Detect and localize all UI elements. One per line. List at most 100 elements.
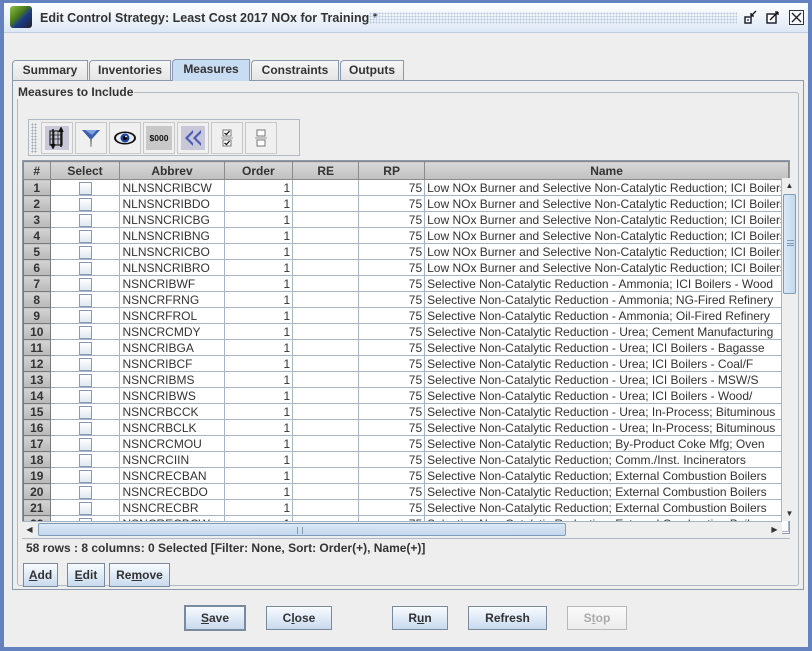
- rp-cell[interactable]: 75: [358, 403, 426, 420]
- select-checkbox[interactable]: [78, 469, 92, 483]
- add-button[interactable]: Add: [23, 563, 58, 587]
- rp-cell[interactable]: 75: [358, 435, 426, 452]
- name-cell[interactable]: Selective Non-Catalytic Reduction - Urea…: [424, 339, 789, 356]
- order-cell[interactable]: 1: [223, 259, 294, 276]
- rp-cell[interactable]: 75: [358, 387, 426, 404]
- tab-measures[interactable]: Measures: [172, 59, 250, 81]
- re-cell[interactable]: [292, 483, 360, 500]
- select-all-button[interactable]: [211, 122, 243, 154]
- rp-cell[interactable]: 75: [358, 227, 426, 244]
- order-cell[interactable]: 1: [223, 339, 294, 356]
- abbrev-cell[interactable]: NSNCRBCCK: [119, 403, 225, 420]
- select-checkbox[interactable]: [78, 245, 92, 259]
- order-cell[interactable]: 1: [223, 275, 294, 292]
- order-cell[interactable]: 1: [223, 195, 294, 212]
- abbrev-cell[interactable]: NLNSNCRIBNG: [119, 227, 225, 244]
- select-checkbox[interactable]: [78, 373, 92, 387]
- rp-cell[interactable]: 75: [358, 451, 426, 468]
- re-cell[interactable]: [292, 243, 360, 260]
- order-cell[interactable]: 1: [223, 307, 294, 324]
- select-checkbox[interactable]: [78, 309, 92, 323]
- rp-cell[interactable]: 75: [358, 419, 426, 436]
- select-checkbox[interactable]: [78, 213, 92, 227]
- select-checkbox[interactable]: [78, 501, 92, 515]
- rp-cell[interactable]: 75: [358, 339, 426, 356]
- column-header-rp[interactable]: RP: [358, 161, 426, 180]
- rp-cell[interactable]: 75: [358, 243, 426, 260]
- table-row[interactable]: 1 NLNSNCRIBCW 1 75 Low NOx Burner and Select…: [23, 179, 789, 196]
- re-cell[interactable]: [292, 323, 360, 340]
- rp-cell[interactable]: 75: [358, 307, 426, 324]
- order-cell[interactable]: 1: [223, 387, 294, 404]
- select-checkbox[interactable]: [78, 421, 92, 435]
- abbrev-cell[interactable]: NSNCRCMOU: [119, 435, 225, 452]
- abbrev-cell[interactable]: NSNCRFROL: [119, 307, 225, 324]
- table-row[interactable]: 18 NSNCRCIIN 1 75 Selective Non-Catalytic Re…: [23, 451, 789, 468]
- order-cell[interactable]: 1: [223, 211, 294, 228]
- abbrev-cell[interactable]: NSNCRECBDO: [119, 483, 225, 500]
- select-checkbox[interactable]: [78, 229, 92, 243]
- table-row[interactable]: 20 NSNCRECBDO 1 75 Selective Non-Catalytic R…: [23, 483, 789, 500]
- horizontal-scrollbar[interactable]: ◀ ▶: [22, 521, 782, 537]
- name-cell[interactable]: Selective Non-Catalytic Reduction - Ammo…: [424, 307, 789, 324]
- table-row[interactable]: 17 NSNCRCMOU 1 75 Selective Non-Catalytic Re…: [23, 435, 789, 452]
- name-cell[interactable]: Selective Non-Catalytic Reduction - Urea…: [424, 355, 789, 372]
- name-cell[interactable]: Selective Non-Catalytic Reduction - Ammo…: [424, 291, 789, 308]
- clear-selection-button[interactable]: [245, 122, 277, 154]
- re-cell[interactable]: [292, 467, 360, 484]
- table-row[interactable]: 10 NSNCRCMDY 1 75 Selective Non-Catalytic Re…: [23, 323, 789, 340]
- show-columns-button[interactable]: [109, 122, 141, 154]
- abbrev-cell[interactable]: NSNCRIBWF: [119, 275, 225, 292]
- column-header-number[interactable]: #: [23, 161, 51, 180]
- select-checkbox[interactable]: [78, 357, 92, 371]
- select-checkbox[interactable]: [78, 293, 92, 307]
- re-cell[interactable]: [292, 387, 360, 404]
- name-cell[interactable]: Low NOx Burner and Selective Non-Catalyt…: [424, 243, 789, 260]
- re-cell[interactable]: [292, 355, 360, 372]
- name-cell[interactable]: Low NOx Burner and Selective Non-Catalyt…: [424, 195, 789, 212]
- name-cell[interactable]: Selective Non-Catalytic Reduction - Urea…: [424, 419, 789, 436]
- order-cell[interactable]: 1: [223, 179, 294, 196]
- sort-button[interactable]: [41, 122, 73, 154]
- re-cell[interactable]: [292, 451, 360, 468]
- select-checkbox[interactable]: [78, 277, 92, 291]
- column-header-order[interactable]: Order: [223, 161, 294, 180]
- scroll-left-icon[interactable]: ◀: [22, 522, 37, 537]
- abbrev-cell[interactable]: NLNSNCRIBDO: [119, 195, 225, 212]
- select-checkbox[interactable]: [78, 485, 92, 499]
- maximize-icon[interactable]: [766, 10, 780, 24]
- scroll-up-icon[interactable]: ▲: [782, 178, 797, 193]
- name-cell[interactable]: Selective Non-Catalytic Reduction; Exter…: [424, 499, 789, 516]
- name-cell[interactable]: Selective Non-Catalytic Reduction - Ammo…: [424, 275, 789, 292]
- name-cell[interactable]: Low NOx Burner and Selective Non-Catalyt…: [424, 211, 789, 228]
- abbrev-cell[interactable]: NSNCRIBWS: [119, 387, 225, 404]
- re-cell[interactable]: [292, 275, 360, 292]
- re-cell[interactable]: [292, 195, 360, 212]
- reset-button[interactable]: [177, 122, 209, 154]
- rp-cell[interactable]: 75: [358, 355, 426, 372]
- vertical-scrollbar[interactable]: ▲ ▼: [781, 178, 797, 521]
- column-header-select[interactable]: Select: [49, 161, 121, 180]
- re-cell[interactable]: [292, 371, 360, 388]
- order-cell[interactable]: 1: [223, 371, 294, 388]
- abbrev-cell[interactable]: NSNCRIBMS: [119, 371, 225, 388]
- abbrev-cell[interactable]: NSNCRIBCF: [119, 355, 225, 372]
- name-cell[interactable]: Selective Non-Catalytic Reduction - Urea…: [424, 387, 789, 404]
- name-cell[interactable]: Low NOx Burner and Selective Non-Catalyt…: [424, 227, 789, 244]
- table-row[interactable]: 11 NSNCRIBGA 1 75 Selective Non-Catalytic Re…: [23, 339, 789, 356]
- edit-button[interactable]: Edit: [67, 563, 105, 587]
- abbrev-cell[interactable]: NSNCRBCLK: [119, 419, 225, 436]
- title-bar[interactable]: Edit Control Strategy: Least Cost 2017 N…: [4, 3, 808, 33]
- rp-cell[interactable]: 75: [358, 211, 426, 228]
- abbrev-cell[interactable]: NSNCRCIIN: [119, 451, 225, 468]
- column-header-re[interactable]: RE: [292, 161, 360, 180]
- select-checkbox[interactable]: [78, 261, 92, 275]
- table-row[interactable]: 16 NSNCRBCLK 1 75 Selective Non-Catalytic Re…: [23, 419, 789, 436]
- re-cell[interactable]: [292, 307, 360, 324]
- toolbar-grip[interactable]: [31, 123, 37, 153]
- name-cell[interactable]: Selective Non-Catalytic Reduction - Urea…: [424, 371, 789, 388]
- rp-cell[interactable]: 75: [358, 195, 426, 212]
- abbrev-cell[interactable]: NSNCRFRNG: [119, 291, 225, 308]
- re-cell[interactable]: [292, 435, 360, 452]
- name-cell[interactable]: Selective Non-Catalytic Reduction - Urea…: [424, 403, 789, 420]
